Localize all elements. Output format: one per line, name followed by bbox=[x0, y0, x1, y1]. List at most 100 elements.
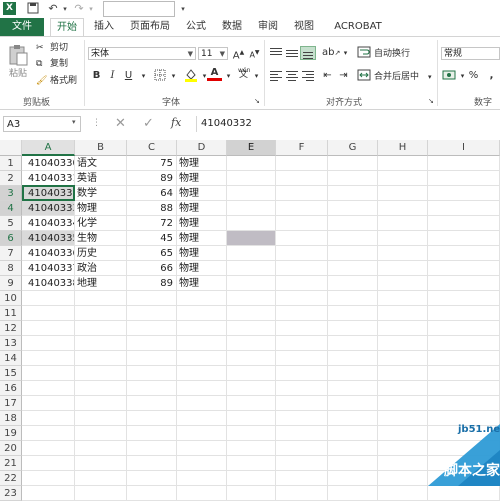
cell-a20[interactable] bbox=[22, 441, 75, 456]
cell-c22[interactable] bbox=[127, 471, 177, 486]
border-icon[interactable] bbox=[152, 69, 167, 83]
fill-color-icon[interactable] bbox=[183, 68, 198, 82]
cell-a17[interactable] bbox=[22, 396, 75, 411]
cell-b4[interactable]: 物理 bbox=[75, 201, 127, 216]
cell-b16[interactable] bbox=[75, 381, 127, 396]
merge-center-button[interactable]: 合并后居中 bbox=[374, 71, 419, 83]
cell-b17[interactable] bbox=[75, 396, 127, 411]
cell-f3[interactable] bbox=[276, 186, 328, 201]
cell-d17[interactable] bbox=[177, 396, 227, 411]
tab-acrobat[interactable]: ACROBAT bbox=[330, 18, 386, 36]
name-box-dropdown-icon[interactable]: ▾ bbox=[72, 118, 76, 126]
cell-a1[interactable]: 41040330 bbox=[22, 156, 75, 171]
cell-d6[interactable]: 物理 bbox=[177, 231, 227, 246]
row-header-1[interactable]: 1 bbox=[0, 156, 22, 171]
cell-d15[interactable] bbox=[177, 366, 227, 381]
cell-h12[interactable] bbox=[378, 321, 428, 336]
cell-d22[interactable] bbox=[177, 471, 227, 486]
cell-d3[interactable]: 物理 bbox=[177, 186, 227, 201]
cell-f6[interactable] bbox=[276, 231, 328, 246]
cell-g4[interactable] bbox=[328, 201, 378, 216]
align-right-icon[interactable] bbox=[300, 69, 316, 83]
save-icon[interactable] bbox=[26, 2, 40, 16]
column-header-g[interactable]: G bbox=[328, 140, 378, 156]
cell-f19[interactable] bbox=[276, 426, 328, 441]
row-header-4[interactable]: 4 bbox=[0, 201, 22, 216]
cell-f16[interactable] bbox=[276, 381, 328, 396]
tab-view[interactable]: 视图 bbox=[290, 18, 318, 36]
row-header-9[interactable]: 9 bbox=[0, 276, 22, 291]
cell-i11[interactable] bbox=[428, 306, 500, 321]
cell-c14[interactable] bbox=[127, 351, 177, 366]
cell-c16[interactable] bbox=[127, 381, 177, 396]
cell-e22[interactable] bbox=[227, 471, 276, 486]
cell-d2[interactable]: 物理 bbox=[177, 171, 227, 186]
row-header-3[interactable]: 3 bbox=[0, 186, 22, 201]
cell-c13[interactable] bbox=[127, 336, 177, 351]
cell-i8[interactable] bbox=[428, 261, 500, 276]
align-middle-icon[interactable] bbox=[284, 46, 300, 60]
cell-a16[interactable] bbox=[22, 381, 75, 396]
cell-f8[interactable] bbox=[276, 261, 328, 276]
cell-e15[interactable] bbox=[227, 366, 276, 381]
row-header-20[interactable]: 20 bbox=[0, 441, 22, 456]
cell-e21[interactable] bbox=[227, 456, 276, 471]
italic-button[interactable]: I bbox=[105, 69, 120, 83]
copy-icon[interactable]: ⧉ bbox=[36, 58, 42, 70]
cell-f20[interactable] bbox=[276, 441, 328, 456]
cell-c6[interactable]: 45 bbox=[127, 231, 177, 246]
cell-b22[interactable] bbox=[75, 471, 127, 486]
undo-dropdown-icon[interactable]: ▾ bbox=[58, 2, 72, 16]
cell-i17[interactable] bbox=[428, 396, 500, 411]
number-format-select[interactable]: 常规 bbox=[441, 47, 500, 60]
cell-a6[interactable]: 41040335 bbox=[22, 231, 75, 246]
cell-d23[interactable] bbox=[177, 486, 227, 501]
redo-dropdown-icon[interactable]: ▾ bbox=[84, 2, 98, 16]
cell-f15[interactable] bbox=[276, 366, 328, 381]
cell-b9[interactable]: 地理 bbox=[75, 276, 127, 291]
cell-c17[interactable] bbox=[127, 396, 177, 411]
align-center-icon[interactable] bbox=[284, 69, 300, 83]
cell-i13[interactable] bbox=[428, 336, 500, 351]
tab-formulas[interactable]: 公式 bbox=[182, 18, 210, 36]
cell-d9[interactable]: 物理 bbox=[177, 276, 227, 291]
cell-c3[interactable]: 64 bbox=[127, 186, 177, 201]
cell-a5[interactable]: 41040334 bbox=[22, 216, 75, 231]
column-header-b[interactable]: B bbox=[75, 140, 127, 156]
cell-h14[interactable] bbox=[378, 351, 428, 366]
clipboard-paste-icon[interactable] bbox=[8, 44, 28, 66]
cell-a23[interactable] bbox=[22, 486, 75, 501]
cell-c19[interactable] bbox=[127, 426, 177, 441]
cell-f23[interactable] bbox=[276, 486, 328, 501]
cell-b11[interactable] bbox=[75, 306, 127, 321]
cell-a18[interactable] bbox=[22, 411, 75, 426]
cell-b10[interactable] bbox=[75, 291, 127, 306]
cell-c8[interactable]: 66 bbox=[127, 261, 177, 276]
cell-b13[interactable] bbox=[75, 336, 127, 351]
decrease-indent-icon[interactable]: ⇤ bbox=[320, 69, 335, 83]
increase-font-icon[interactable]: A▲ bbox=[231, 46, 246, 61]
cell-a11[interactable] bbox=[22, 306, 75, 321]
cell-h23[interactable] bbox=[378, 486, 428, 501]
cell-i4[interactable] bbox=[428, 201, 500, 216]
cell-c4[interactable]: 88 bbox=[127, 201, 177, 216]
row-header-23[interactable]: 23 bbox=[0, 486, 22, 501]
cell-a7[interactable]: 41040336 bbox=[22, 246, 75, 261]
wrap-text-icon[interactable] bbox=[356, 46, 371, 60]
row-header-16[interactable]: 16 bbox=[0, 381, 22, 396]
row-header-18[interactable]: 18 bbox=[0, 411, 22, 426]
cell-a2[interactable]: 41040331 bbox=[22, 171, 75, 186]
cell-g12[interactable] bbox=[328, 321, 378, 336]
cell-g7[interactable] bbox=[328, 246, 378, 261]
cell-e8[interactable] bbox=[227, 261, 276, 276]
increase-indent-icon[interactable]: ⇥ bbox=[336, 69, 351, 83]
cell-g3[interactable] bbox=[328, 186, 378, 201]
cell-g8[interactable] bbox=[328, 261, 378, 276]
align-top-icon[interactable] bbox=[268, 46, 284, 60]
cell-g23[interactable] bbox=[328, 486, 378, 501]
cell-f4[interactable] bbox=[276, 201, 328, 216]
align-left-icon[interactable] bbox=[268, 69, 284, 83]
name-box[interactable]: A3 bbox=[3, 116, 81, 132]
cell-c20[interactable] bbox=[127, 441, 177, 456]
cell-d12[interactable] bbox=[177, 321, 227, 336]
